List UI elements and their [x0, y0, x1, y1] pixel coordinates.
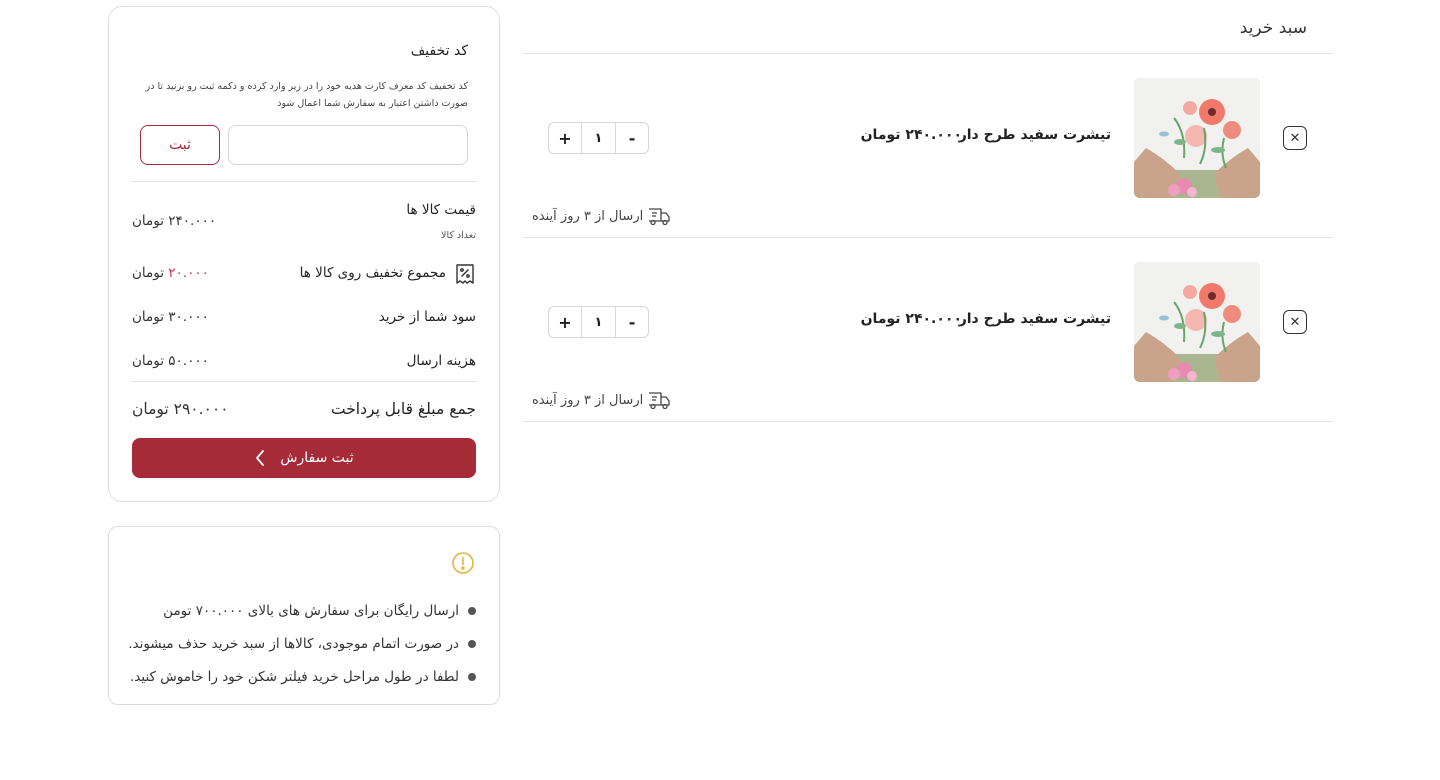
checkout-label: ثبت سفارش: [280, 450, 354, 466]
bullet-icon: [468, 672, 476, 681]
discount-title: کد تخفیف: [410, 43, 468, 59]
bullet-icon: [468, 606, 476, 615]
shipping-value: ۵۰.۰۰۰ تومان: [132, 353, 209, 369]
total-label: جمع مبلغ قابل پرداخت: [331, 400, 476, 418]
quantity-value: ۱: [581, 123, 616, 153]
product-price: ۲۴۰.۰۰۰ تومان: [860, 311, 962, 327]
chevron-left-icon: [256, 450, 265, 466]
list-item: ارسال رایگان برای سفارش های بالای ۷۰۰.۰۰…: [128, 594, 476, 627]
cart-title: سبد خرید: [1239, 18, 1307, 38]
note-text: ارسال رایگان برای سفارش های بالای ۷۰۰.۰۰…: [163, 602, 459, 619]
close-icon: ✕: [1289, 314, 1301, 330]
increase-quantity-button[interactable]: +: [549, 123, 581, 153]
quantity-value: ۱: [581, 307, 616, 337]
decrease-quantity-button[interactable]: -: [616, 123, 648, 153]
delivery-text: ارسال از ۳ روز آینده: [532, 208, 644, 224]
note-text: لطفا در طول مراحل خرید فیلتر شکن خود را …: [130, 668, 459, 685]
discount-code-input[interactable]: [228, 125, 468, 165]
checkout-button[interactable]: ثبت سفارش: [132, 438, 476, 478]
order-summary-card: کد تخفیف کد تخفیف کد معرف کارت هدیه خود …: [108, 6, 500, 502]
discount-tag-icon: [456, 264, 474, 284]
items-price-value: ۲۴۰.۰۰۰ تومان: [132, 213, 217, 229]
delivery-truck-icon: [649, 392, 670, 410]
total-value: ۲۹۰.۰۰۰ تومان: [132, 400, 229, 418]
delivery-truck-icon: [649, 208, 670, 226]
profit-value: ۳۰.۰۰۰ تومان: [132, 309, 209, 325]
cart-item: ✕ تیشرت سفید طرح دار ۲۴۰.۰۰۰ تومان + ۱ -…: [523, 54, 1332, 238]
increase-quantity-button[interactable]: +: [549, 307, 581, 337]
discount-amount: ۲۰.۰۰۰: [168, 265, 209, 281]
cart-item: ✕ تیشرت سفید طرح دار ۲۴۰.۰۰۰ تومان + ۱ -…: [523, 238, 1332, 422]
items-discount-value: ۲۰.۰۰۰ تومان: [132, 265, 209, 281]
discount-submit-button[interactable]: ثبت: [140, 125, 220, 165]
list-item: در صورت اتمام موجودی، کالاها از سبد خرید…: [128, 627, 476, 660]
product-name[interactable]: تیشرت سفید طرح دار: [959, 311, 1111, 327]
delivery-info: ارسال از ۳ روز آینده: [532, 389, 671, 411]
discount-description: کد تخفیف کد معرف کارت هدیه خود را در زیر…: [145, 81, 468, 109]
shipping-label: هزینه ارسال: [406, 353, 476, 369]
product-price: ۲۴۰.۰۰۰ تومان: [860, 127, 962, 143]
product-name[interactable]: تیشرت سفید طرح دار: [959, 127, 1111, 143]
profit-label: سود شما از خرید: [378, 309, 476, 325]
notes-list: ارسال رایگان برای سفارش های بالای ۷۰۰.۰۰…: [128, 594, 476, 693]
notes-card: ارسال رایگان برای سفارش های بالای ۷۰۰.۰۰…: [108, 526, 500, 705]
product-image[interactable]: [1134, 262, 1260, 382]
close-icon: ✕: [1289, 130, 1301, 146]
discount-unit: تومان: [132, 265, 164, 281]
product-image[interactable]: [1134, 78, 1260, 198]
remove-item-button[interactable]: ✕: [1283, 126, 1307, 150]
info-icon: [452, 552, 474, 574]
divider: [132, 381, 476, 382]
delivery-text: ارسال از ۳ روز آینده: [532, 392, 644, 408]
items-discount-label: مجموع تخفیف روی کالا ها: [299, 265, 446, 281]
decrease-quantity-button[interactable]: -: [616, 307, 648, 337]
delivery-info: ارسال از ۳ روز آینده: [532, 205, 671, 227]
divider: [132, 181, 476, 182]
quantity-stepper: + ۱ -: [548, 306, 649, 338]
bullet-icon: [468, 639, 476, 648]
note-text: در صورت اتمام موجودی، کالاها از سبد خرید…: [128, 635, 459, 652]
items-count-label: تعداد کالا: [441, 230, 476, 241]
quantity-stepper: + ۱ -: [548, 122, 649, 154]
items-price-label: قیمت کالا ها: [406, 202, 476, 218]
list-item: لطفا در طول مراحل خرید فیلتر شکن خود را …: [128, 660, 476, 693]
remove-item-button[interactable]: ✕: [1283, 310, 1307, 334]
